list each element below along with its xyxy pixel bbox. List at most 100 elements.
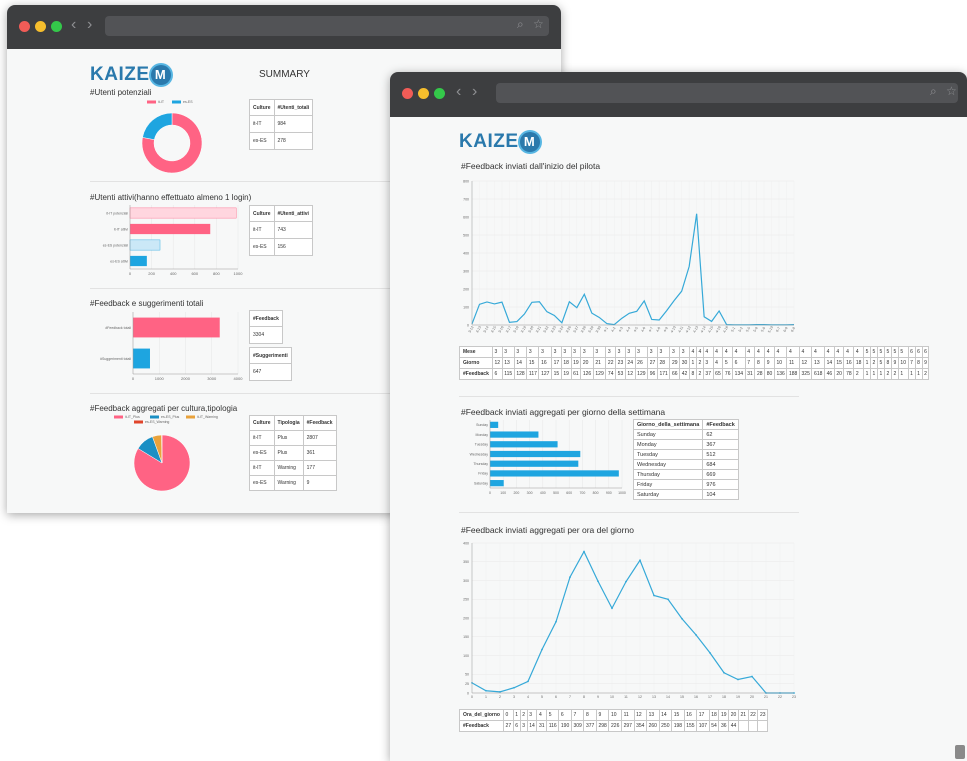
table-cell: 36 xyxy=(718,720,730,732)
table-cell: 4 xyxy=(764,346,775,358)
table-cell: 1 xyxy=(907,368,916,380)
y-tick-label: 100 xyxy=(463,654,469,658)
table-cell: 15 xyxy=(526,357,540,369)
close-window-button[interactable] xyxy=(402,88,413,99)
x-tick-label: 0 xyxy=(132,376,135,381)
url-bar[interactable] xyxy=(105,16,549,36)
table-cell: 46 xyxy=(823,368,835,380)
ora-title: #Feedback inviati aggregati per ora del … xyxy=(461,525,634,535)
scroll-to-top-button[interactable] xyxy=(955,745,965,759)
table-cell: 115 xyxy=(501,368,515,380)
table-cell: 1 xyxy=(862,357,871,369)
search-icon[interactable]: ⌕ xyxy=(517,17,524,32)
table-cell: 3304 xyxy=(249,326,283,344)
x-tick-label: 4-1 xyxy=(603,326,609,332)
x-tick-label: 4-16 xyxy=(715,325,722,333)
table-cell: 3 xyxy=(656,346,671,358)
star-bookmark-icon[interactable]: ☆ xyxy=(946,84,957,98)
y-tick-label: 100 xyxy=(463,305,469,309)
table-cell: Tuesday xyxy=(632,449,704,460)
search-icon[interactable]: ⌕ xyxy=(930,84,937,99)
table-cell: Monday xyxy=(632,439,704,450)
suggerimenti-totali-table: #Suggerimenti 647 xyxy=(249,347,292,381)
x-tick-label: 14 xyxy=(666,695,670,699)
url-bar[interactable] xyxy=(496,83,958,103)
data-point xyxy=(513,686,515,689)
minimize-window-button[interactable] xyxy=(418,88,429,99)
x-tick-label: 10 xyxy=(610,695,614,699)
table-cell: 18 xyxy=(708,709,720,721)
x-tick-label: 3-24 xyxy=(558,325,565,333)
forward-arrow-icon[interactable]: › xyxy=(87,15,92,35)
pilota-table: Mese 3 3 3 3 3 3 3 3 3 3 3 3 3 3 3 3 3 3 4 4 4 4 4 4 4 4 4 4 4 4 4 4 4 4 4 5… xyxy=(459,346,930,380)
row-header: Mese xyxy=(459,346,493,358)
summary-title: SUMMARY xyxy=(259,69,310,80)
x-tick-label: 3-14 xyxy=(483,325,490,333)
forward-arrow-icon[interactable]: › xyxy=(472,82,477,102)
table-cell: 190 xyxy=(558,720,572,732)
table-cell: 128 xyxy=(513,368,528,380)
x-tick-label: 400 xyxy=(540,491,546,495)
table-cell: 4 xyxy=(744,346,756,358)
y-tick-label: #Feedback totali xyxy=(105,326,131,330)
y-tick-label: it-IT attivi xyxy=(114,227,128,231)
close-window-button[interactable] xyxy=(19,21,30,32)
x-tick-label: 8 xyxy=(583,695,585,699)
table-cell: 669 xyxy=(702,469,739,480)
legend-swatch xyxy=(186,415,195,419)
table-cell: 20 xyxy=(728,709,739,721)
table-cell: 29 xyxy=(669,357,681,369)
feedback-aggregati-pie-chart: it-IT_Plus es-ES_Plus it-IT_Warning es-ES_W… xyxy=(114,415,218,492)
data-point xyxy=(555,620,557,623)
table-cell: 19 xyxy=(560,368,572,380)
table-cell: Plus xyxy=(273,445,304,461)
x-tick-label: 5-2 xyxy=(738,326,744,332)
maximize-window-button[interactable] xyxy=(51,21,62,32)
y-tick-label: 0 xyxy=(467,323,469,327)
x-tick-label: 3-21 xyxy=(535,325,542,333)
table-header: #Utenti_attivi xyxy=(273,205,313,222)
minimize-window-button[interactable] xyxy=(35,21,46,32)
table-cell: 28 xyxy=(754,368,766,380)
table-cell: 188 xyxy=(786,368,800,380)
x-tick-label: 5-1 xyxy=(730,326,736,332)
table-cell: 12 xyxy=(798,357,813,369)
data-point xyxy=(485,689,487,692)
y-tick-label: 150 xyxy=(463,635,469,639)
x-tick-label: 4-5 xyxy=(633,326,639,332)
legend-label: es-ES_Warning xyxy=(145,420,169,424)
x-tick-label: 5-9 xyxy=(760,326,766,332)
table-cell: 6 xyxy=(921,346,930,358)
back-arrow-icon[interactable]: ‹ xyxy=(456,82,461,102)
data-point xyxy=(681,617,683,620)
table-cell: 1 xyxy=(869,368,878,380)
table-cell: 260 xyxy=(646,720,660,732)
table-cell: 5 xyxy=(722,357,734,369)
table-cell: 9 xyxy=(595,709,610,721)
back-arrow-icon[interactable]: ‹ xyxy=(71,15,76,35)
table-cell: 26 xyxy=(634,357,649,369)
x-tick-label: 300 xyxy=(527,491,533,495)
bar xyxy=(130,223,211,235)
table-cell: 6 xyxy=(491,368,503,380)
x-tick-label: 3-15 xyxy=(490,325,497,333)
star-bookmark-icon[interactable]: ☆ xyxy=(533,17,544,31)
table-cell: 5 xyxy=(862,346,871,358)
table-cell: 4 xyxy=(702,346,714,358)
table-cell xyxy=(747,720,759,732)
table-header: Culture xyxy=(249,205,275,222)
table-row: Giorno 12 13 14 15 16 17 18 19 20 21 22 23 24 26 27 28 29… xyxy=(459,357,930,369)
table-cell: 3 xyxy=(501,346,515,358)
table-cell: 2 xyxy=(921,368,930,380)
bar xyxy=(490,450,581,458)
y-tick-label: 400 xyxy=(463,251,469,255)
table-cell: 3 xyxy=(526,346,540,358)
legend-label: it-IT_Plus xyxy=(125,415,140,419)
table-cell: 6 xyxy=(914,346,923,358)
table-cell: 4 xyxy=(853,346,864,358)
bar xyxy=(490,431,539,438)
table-cell: 107 xyxy=(696,720,710,732)
table-cell: 13 xyxy=(646,709,660,721)
data-point xyxy=(639,559,641,562)
maximize-window-button[interactable] xyxy=(434,88,445,99)
